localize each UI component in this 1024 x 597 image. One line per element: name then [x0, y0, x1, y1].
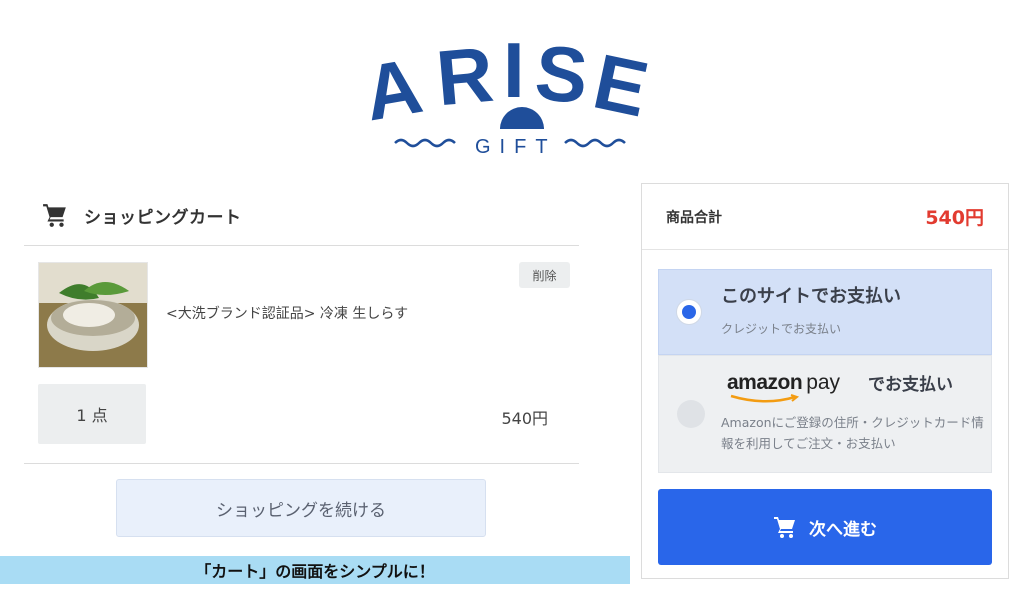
subtotal-label: 商品合計 — [666, 209, 722, 226]
option-subtitle: クレジットでお支払い — [721, 322, 842, 336]
payment-option-site[interactable]: このサイトでお支払い クレジットでお支払い — [658, 269, 992, 355]
amazon-smile-icon — [730, 394, 800, 403]
cart-icon — [43, 204, 66, 227]
option-title: このサイトでお支払い — [721, 286, 901, 307]
subtotal-row: 商品合計 540円 — [642, 184, 1008, 250]
caption-banner: 「カート」の画面をシンプルに！ — [0, 556, 630, 584]
continue-shopping-button[interactable]: ショッピングを続ける — [116, 479, 486, 537]
amazon-pay-logo: amazon pay — [727, 366, 841, 403]
product-name[interactable]: <大洗ブランド認証品> 冷凍 生しらす — [166, 303, 408, 323]
next-button[interactable]: 次へ進む — [658, 489, 992, 565]
svg-text:A: A — [358, 41, 429, 137]
radio-selected-icon[interactable] — [677, 300, 701, 324]
amazon-wordmark: amazon — [727, 371, 803, 394]
cart-title: ショッピングカート — [84, 207, 242, 228]
svg-text:GIFT: GIFT — [475, 136, 557, 158]
product-image[interactable] — [38, 262, 148, 368]
order-summary-panel: 商品合計 540円 このサイトでお支払い クレジットでお支払い amazon p… — [641, 183, 1009, 579]
divider — [24, 463, 579, 464]
subtotal-value: 540円 — [925, 207, 984, 229]
cart-header: ショッピングカート — [24, 185, 579, 246]
delete-button[interactable]: 削除 — [519, 262, 570, 288]
payment-option-amazon-pay[interactable]: amazon pay でお支払い Amazonにご登録の住所・クレジットカード情… — [658, 355, 992, 473]
arise-gift-logo[interactable]: A R I S E GIFT — [355, 25, 675, 160]
radio-unselected-icon[interactable] — [677, 400, 705, 428]
option-description: Amazonにご登録の住所・クレジットカード情報を利用してご注文・お支払い — [721, 415, 984, 451]
svg-text:I: I — [503, 26, 525, 114]
quantity-box[interactable]: 1 点 — [38, 384, 146, 444]
pay-wordmark: pay — [806, 371, 841, 394]
svg-text:R: R — [433, 30, 497, 123]
item-price: 540円 — [501, 409, 548, 428]
option-title-suffix: でお支払い — [868, 375, 953, 395]
cart-icon — [774, 517, 795, 538]
svg-text:S: S — [532, 28, 592, 120]
svg-text:E: E — [586, 37, 655, 134]
next-button-label: 次へ進む — [809, 519, 877, 540]
